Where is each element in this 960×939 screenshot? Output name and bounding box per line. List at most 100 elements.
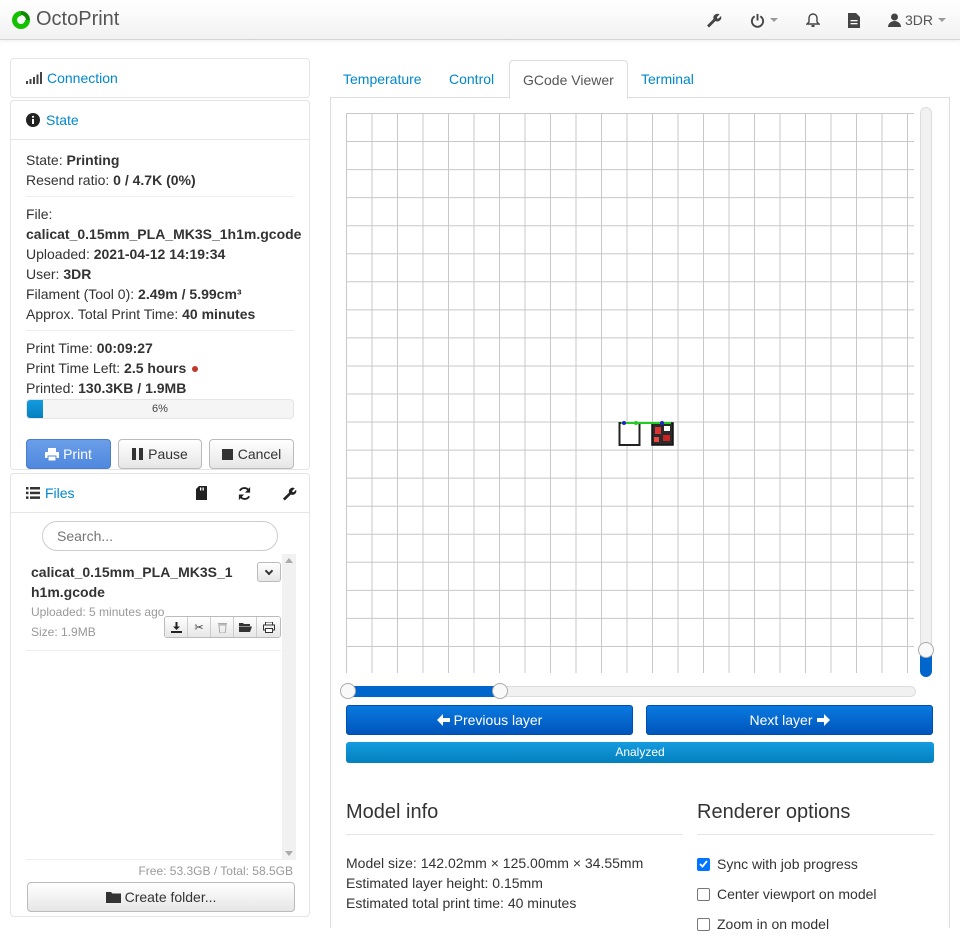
model-print-time: Estimated total print time: 40 minutes [346, 895, 577, 911]
file-value: calicat_0.15mm_PLA_MK3S_1h1m.gcode [26, 226, 302, 242]
print-button[interactable]: Print [26, 439, 111, 469]
info-icon [26, 113, 40, 127]
state-title: State [46, 112, 79, 128]
user-line: User: 3DR [26, 266, 92, 282]
connection-toggle[interactable]: Connection [26, 70, 118, 86]
username: 3DR [904, 12, 933, 28]
logs-file-icon[interactable] [834, 0, 874, 40]
renderer-options: Sync with job progress Center viewport o… [697, 849, 877, 939]
list-item[interactable]: calicat_0.15mm_PLA_MK3S_1h1m.gcode Uploa… [26, 554, 281, 651]
files-title: Files [45, 485, 75, 501]
layer-slider-vertical-handle[interactable] [918, 642, 934, 658]
notifications-bell-icon[interactable] [792, 0, 834, 40]
power-icon [750, 13, 765, 28]
tab-gcode-viewer[interactable]: GCode Viewer [509, 60, 628, 99]
delete-trash-icon[interactable] [211, 617, 234, 637]
navbar: OctoPrint 3DR [0, 0, 960, 40]
file-label: File: [26, 206, 53, 222]
download-icon[interactable] [165, 617, 188, 637]
model-preview [618, 421, 674, 446]
file-actions: ✂ [164, 616, 281, 638]
model-size: Model size: 142.02mm × 125.00mm × 34.55m… [346, 855, 644, 871]
previous-layer-button[interactable]: Previous layer [346, 705, 633, 735]
files-toggle[interactable]: Files [26, 485, 75, 501]
layer-progress-fill [347, 686, 500, 697]
next-layer-button[interactable]: Next layer [646, 705, 933, 735]
chevron-down-icon [769, 18, 778, 22]
connection-title: Connection [47, 70, 118, 86]
tab-control[interactable]: Control [436, 60, 507, 98]
file-list-scrollbar[interactable] [282, 554, 296, 860]
refresh-icon[interactable] [237, 486, 252, 501]
uploaded-line: Uploaded: 2021-04-12 14:19:34 [26, 246, 226, 262]
arrow-left-icon [436, 714, 450, 726]
model-info: Model size: 142.02mm × 125.00mm × 34.55m… [346, 853, 643, 913]
gcode-viewer-panel: Previous layer Next layer Analyzed Model… [330, 98, 950, 932]
file-search-input[interactable] [42, 521, 278, 551]
settings-wrench-icon[interactable] [692, 0, 736, 40]
checkbox-icon[interactable] [697, 917, 710, 931]
layer-progress-slider[interactable] [340, 683, 916, 699]
renderer-options-title: Renderer options [697, 801, 934, 835]
time-left-line: Print Time Left: 2.5 hours [26, 358, 294, 378]
state-panel: State State: Printing Resend ratio: 0 / … [10, 100, 310, 470]
user-icon [887, 13, 901, 27]
print-file-icon[interactable] [257, 617, 280, 637]
brand-name: OctoPrint [36, 8, 120, 30]
tab-terminal[interactable]: Terminal [628, 60, 707, 98]
file-name: calicat_0.15mm_PLA_MK3S_1h1m.gcode [31, 564, 233, 600]
chevron-down-icon [264, 566, 274, 575]
center-viewport-checkbox[interactable]: Center viewport on model [697, 879, 877, 909]
file-expand-button[interactable] [257, 562, 281, 582]
gcode-canvas[interactable] [346, 113, 916, 675]
search-field[interactable] [57, 528, 263, 544]
resend-line: Resend ratio: 0 / 4.7K (0%) [26, 172, 196, 188]
main-tabs: Temperature Control GCode Viewer Termina… [330, 60, 950, 99]
printed-line: Printed: 130.3KB / 1.9MB [26, 380, 187, 396]
analysis-status-bar: Analyzed [346, 742, 934, 763]
layer-progress-end-handle[interactable] [492, 683, 508, 699]
folder-icon [105, 892, 121, 903]
folder-open-icon[interactable] [234, 617, 257, 637]
sync-progress-checkbox[interactable]: Sync with job progress [697, 849, 877, 879]
chevron-down-icon [938, 18, 946, 22]
cancel-button[interactable]: Cancel [209, 439, 294, 469]
list-icon [26, 487, 40, 499]
total-time-line: Approx. Total Print Time: 40 minutes [26, 306, 256, 322]
brand[interactable]: OctoPrint [10, 8, 119, 31]
signal-icon [26, 72, 42, 84]
print-icon [45, 447, 60, 461]
layer-slider-vertical[interactable] [918, 107, 934, 677]
arrow-right-icon [816, 714, 830, 726]
storage-info: Free: 53.3GB / Total: 58.5GB [138, 864, 293, 878]
zoom-model-checkbox[interactable]: Zoom in on model [697, 909, 877, 939]
create-folder-button[interactable]: Create folder... [27, 882, 295, 912]
print-time-line: Print Time: 00:09:27 [26, 340, 153, 356]
pause-button[interactable]: Pause [118, 439, 202, 469]
print-progress-text: 6% [152, 403, 168, 415]
checkbox-checked-icon[interactable] [697, 857, 710, 871]
state-value: Printing [66, 152, 120, 168]
filament-line: Filament (Tool 0): 2.49m / 5.99cm³ [26, 286, 242, 302]
print-progress-bar: 6% [26, 399, 294, 419]
file-list: calicat_0.15mm_PLA_MK3S_1h1m.gcode Uploa… [26, 554, 296, 860]
estimate-dot-icon[interactable] [192, 366, 199, 373]
wrench-icon[interactable] [282, 486, 297, 501]
model-info-title: Model info [346, 801, 683, 835]
connection-panel: Connection [10, 58, 310, 98]
sd-card-icon[interactable] [196, 486, 207, 500]
model-layer-height: Estimated layer height: 0.15mm [346, 875, 543, 891]
user-menu[interactable]: 3DR [874, 0, 960, 40]
state-toggle[interactable]: State [26, 112, 79, 128]
tab-temperature[interactable]: Temperature [330, 60, 435, 98]
slice-scissors-icon[interactable]: ✂ [188, 617, 211, 637]
stop-icon [221, 448, 233, 460]
resend-value: 0 / 4.7K (0%) [113, 172, 196, 188]
layer-progress-start-handle[interactable] [340, 683, 356, 699]
system-menu[interactable] [736, 0, 792, 40]
octoprint-logo-icon [12, 10, 30, 29]
checkbox-icon[interactable] [697, 887, 710, 901]
files-panel: Files calicat_0.15mm_PLA_MK3S_1h1m.gcode… [10, 473, 310, 917]
pause-icon [132, 448, 144, 460]
state-line: State: Printing [26, 152, 120, 168]
